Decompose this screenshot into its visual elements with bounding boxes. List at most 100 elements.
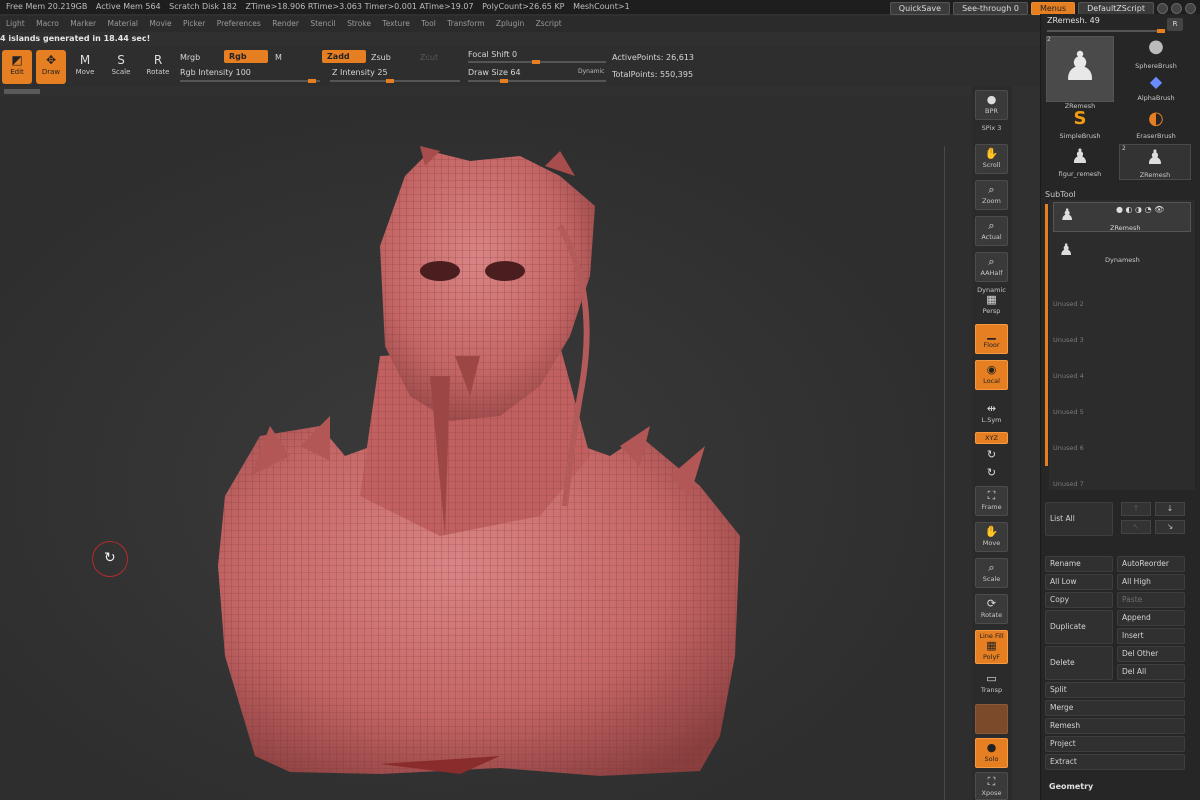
help-icon[interactable] (1157, 2, 1168, 14)
menus-button[interactable]: Menus (1030, 1, 1076, 15)
merge-menu[interactable]: Merge (1045, 700, 1185, 716)
canvas-viewport[interactable]: ↻ (0, 96, 972, 800)
project-menu[interactable]: Project (1045, 736, 1185, 752)
focal-shift-slider[interactable]: Focal Shift 0 (468, 50, 517, 59)
tool-thumb-eraserbrush[interactable]: ◐ EraserBrush (1121, 108, 1191, 140)
duplicate-button[interactable]: Duplicate (1045, 610, 1113, 644)
transp-button[interactable]: ▭ Transp (975, 670, 1008, 700)
spix-slider[interactable]: SPix 3 (975, 122, 1008, 138)
arrow-down-icon[interactable]: ↓ (1155, 502, 1185, 516)
subtool-item-dynamesh[interactable]: ♟ Dynamesh (1053, 238, 1191, 268)
solo-button[interactable]: ● Solo (975, 738, 1008, 768)
menu-item[interactable]: Stencil (310, 19, 335, 28)
draw-button[interactable]: ✥ Draw (36, 50, 66, 84)
actual-button[interactable]: ⌕ Actual (975, 216, 1008, 246)
dynamic-toggle[interactable]: Dynamic (578, 68, 604, 75)
rotate-view-button[interactable]: ⟳ Rotate (975, 594, 1008, 624)
rename-button[interactable]: Rename (1045, 556, 1113, 572)
focal-shift-track[interactable] (468, 60, 606, 64)
menu-item[interactable]: Zplugin (496, 19, 524, 28)
xpose-button[interactable]: ⛶ Xpose (975, 772, 1008, 800)
z-intensity-track[interactable] (330, 79, 460, 83)
split-menu[interactable]: Split (1045, 682, 1185, 698)
draw-size-slider[interactable]: Draw Size 64 (468, 68, 521, 77)
subtool-item-empty[interactable]: Unused 2 (1053, 300, 1191, 312)
subtool-item-empty[interactable]: Unused 4 (1053, 372, 1191, 384)
close-icon[interactable] (1185, 2, 1196, 14)
persp-button[interactable]: Dynamic ▦ Persp (975, 284, 1008, 315)
extract-menu[interactable]: Extract (1045, 754, 1185, 770)
autoreorder-button[interactable]: AutoReorder (1117, 556, 1185, 572)
menu-item[interactable]: Render (272, 19, 299, 28)
floor-button[interactable]: ▁ Floor (975, 324, 1008, 354)
xyz-button[interactable]: XYZ (975, 432, 1008, 444)
arrow-right-icon[interactable]: ↘ (1155, 520, 1185, 534)
subtool-item-empty[interactable]: Unused 3 (1053, 336, 1191, 348)
menu-item[interactable]: Macro (36, 19, 59, 28)
tool-thumb-figur-remesh[interactable]: ♟ figur_remesh (1045, 144, 1115, 178)
menu-item[interactable]: Texture (382, 19, 409, 28)
tool-thumb-zremesh[interactable]: 2 ♟ ZRemesh (1045, 36, 1115, 110)
rotate-z-button[interactable]: ↻ (975, 464, 1008, 480)
menu-item[interactable]: Preferences (217, 19, 261, 28)
menu-item[interactable]: Stroke (347, 19, 371, 28)
scale-view-button[interactable]: ⌕ Scale (975, 558, 1008, 588)
menu-item[interactable]: Light (6, 19, 25, 28)
all-high-button[interactable]: All High (1117, 574, 1185, 590)
del-other-button[interactable]: Del Other (1117, 646, 1185, 662)
draw-size-track[interactable] (468, 79, 606, 83)
r-button[interactable]: R (1167, 18, 1183, 31)
menu-item[interactable]: Transform (447, 19, 484, 28)
subtool-item-zremesh[interactable]: ♟ ● ◐ ◑ ◔ 👁 ZRemesh (1053, 202, 1191, 232)
geometry-header[interactable]: Geometry (1049, 782, 1093, 791)
zadd-toggle[interactable]: Zadd (322, 50, 366, 63)
rgb-toggle[interactable]: Rgb (224, 50, 268, 63)
ghost-button[interactable] (975, 704, 1008, 734)
bpr-button[interactable]: ● BPR (975, 90, 1008, 120)
subtool-list[interactable]: ♟ ● ◐ ◑ ◔ 👁 ZRemesh ♟ Dynamesh Unused 2 … (1049, 200, 1195, 490)
menu-item[interactable]: Zscript (536, 19, 562, 28)
m-toggle[interactable]: M (275, 53, 282, 62)
paste-button[interactable]: Paste (1117, 592, 1185, 608)
tool-thumb-simplebrush[interactable]: S SimpleBrush (1045, 108, 1115, 140)
scale-button[interactable]: S Scale (106, 50, 136, 84)
subtool-item-empty[interactable]: Unused 6 (1053, 444, 1191, 456)
rgb-intensity-slider[interactable]: Rgb Intensity 100 (180, 68, 251, 77)
del-all-button[interactable]: Del All (1117, 664, 1185, 680)
tool-thumb-zremesh-2[interactable]: 2 ♟ ZRemesh (1119, 144, 1191, 180)
rotate-button[interactable]: R Rotate (143, 50, 173, 84)
zoom-button[interactable]: ⌕ Zoom (975, 180, 1008, 210)
local-button[interactable]: ◉ Local (975, 360, 1008, 390)
polyf-button[interactable]: Line Fill ▦ PolyF (975, 630, 1008, 664)
subtool-item-empty[interactable]: Unused 7 (1053, 480, 1191, 490)
scroll-button[interactable]: ✋ Scroll (975, 144, 1008, 174)
frame-button[interactable]: ⛶ Frame (975, 486, 1008, 516)
aahalf-button[interactable]: ⌕ AAHalf (975, 252, 1008, 282)
lsym-button[interactable]: ⇹ L.Sym (975, 400, 1008, 430)
subtool-header[interactable]: SubTool (1045, 190, 1195, 199)
insert-button[interactable]: Insert (1117, 628, 1185, 644)
arrow-up-icon[interactable]: ↑ (1121, 502, 1151, 516)
zcut-toggle[interactable]: Zcut (420, 53, 438, 62)
subtool-item-empty[interactable]: Unused 5 (1053, 408, 1191, 420)
visibility-icons[interactable]: ● ◐ ◑ ◔ 👁 (1116, 205, 1164, 214)
list-all-button[interactable]: List All (1045, 502, 1113, 536)
copy-button[interactable]: Copy (1045, 592, 1113, 608)
menu-item[interactable]: Marker (70, 19, 96, 28)
move-view-button[interactable]: ✋ Move (975, 522, 1008, 552)
tool-thumb-alphabrush[interactable]: ◆ AlphaBrush (1121, 72, 1191, 102)
zscript-button[interactable]: DefaultZScript (1078, 1, 1154, 15)
edit-button[interactable]: ◩ Edit (2, 50, 32, 84)
rotate-y-button[interactable]: ↻ (975, 446, 1008, 462)
zsub-toggle[interactable]: Zsub (371, 53, 391, 62)
append-button[interactable]: Append (1117, 610, 1185, 626)
arrow-left-icon[interactable]: ↖ (1121, 520, 1151, 534)
move-button[interactable]: M Move (70, 50, 100, 84)
quicksave-button[interactable]: QuickSave (889, 1, 951, 15)
minimize-icon[interactable] (1171, 2, 1182, 14)
subtool-scrollbar[interactable] (1045, 204, 1048, 466)
mrgb-toggle[interactable]: Mrgb (180, 53, 200, 62)
all-low-button[interactable]: All Low (1045, 574, 1113, 590)
delete-button[interactable]: Delete (1045, 646, 1113, 680)
tool-slider[interactable] (1047, 29, 1165, 33)
